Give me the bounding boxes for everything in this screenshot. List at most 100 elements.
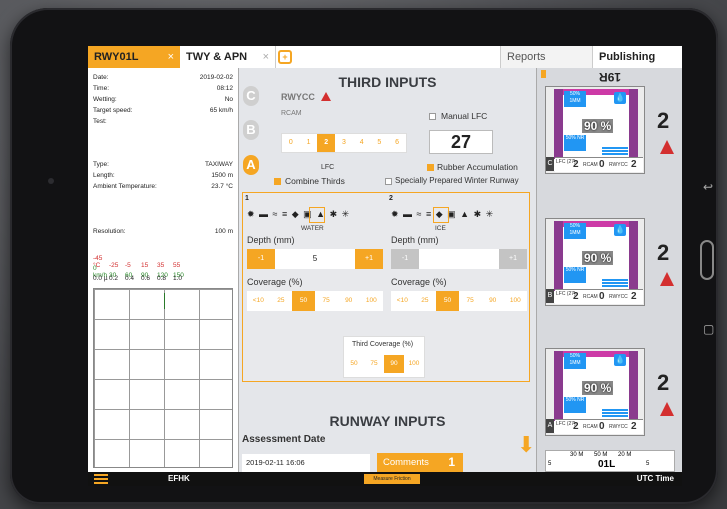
third-letter: A (546, 419, 554, 433)
coverage-option[interactable]: 100 (504, 291, 527, 311)
rcam-value: 0 (599, 291, 605, 302)
combine-checkbox[interactable] (274, 178, 281, 185)
add-tab-icon[interactable]: + (278, 50, 292, 64)
third-coverage-option[interactable]: 75 (364, 355, 384, 373)
scale-2[interactable]: 2 (317, 134, 336, 152)
tab-reports[interactable]: Reports (500, 46, 592, 68)
condition-icons[interactable]: ✹ ▬ ≈ ≡ ◆ ▣ ▲ ✱ ✳ (247, 209, 350, 220)
hamburger-menu-icon[interactable] (94, 474, 108, 484)
tab-twy-apn[interactable]: TWY & APN × (180, 46, 276, 68)
coverage-option[interactable]: <10 (391, 291, 414, 311)
comments-count: 1 (448, 455, 455, 469)
third-coverage-option[interactable]: 90 (384, 355, 404, 373)
stripes (602, 147, 628, 155)
third-coverage-option[interactable]: 50 (344, 355, 364, 373)
depth-minus-button[interactable]: -1 (391, 249, 419, 269)
special-checkbox[interactable] (385, 178, 392, 185)
rwycc-label: RWYCC (281, 92, 315, 102)
friction-graph[interactable] (93, 288, 233, 468)
measurement-info-panel: Date: 2019-02-02 Time: 08:12 Wetting: No Ta… (88, 68, 239, 472)
third-coverage-option[interactable]: 100 (404, 355, 424, 373)
third-selector-a[interactable]: A (243, 155, 259, 175)
lfc-value: 2 (573, 421, 579, 432)
depth-stepper[interactable]: -1 5 +1 (247, 249, 383, 269)
depth-minus-button[interactable]: -1 (247, 249, 275, 269)
runway-inputs-heading: RUNWAY INPUTS (329, 413, 446, 429)
coverage-label: Coverage (%) (391, 277, 447, 287)
selected-condition-icon[interactable] (309, 207, 325, 223)
third-coverage-selector: Third Coverage (%) 50 75 90 100 (343, 336, 425, 378)
scale-0[interactable]: 0 (282, 134, 300, 152)
depth-plus-button[interactable]: +1 (499, 249, 527, 269)
rubber-checkbox[interactable] (427, 164, 434, 171)
back-key-icon[interactable]: ↩ (703, 180, 713, 194)
coverage-option[interactable]: 90 (481, 291, 504, 311)
tab-publishing[interactable]: Publishing (592, 46, 682, 68)
coverage-percent: 90 % (582, 381, 614, 395)
close-icon[interactable]: × (263, 46, 269, 68)
scale-5[interactable]: 5 (371, 134, 389, 152)
manual-lfc-checkbox[interactable] (429, 113, 436, 120)
scale-3[interactable]: 3 (335, 134, 353, 152)
coverage-option[interactable]: <10 (247, 291, 270, 311)
stripes (602, 409, 628, 417)
condition-label: ICE (435, 225, 446, 232)
scale-1[interactable]: 1 (300, 134, 318, 152)
tablet-frame: ↩ ▢ RWY01L × TWY & APN × + Reports Publi… (10, 8, 718, 504)
lfc-label: LFC (321, 164, 335, 171)
comments-button[interactable]: Comments 1 (377, 453, 463, 472)
measure-friction-button[interactable]: Measure Friction (364, 474, 420, 484)
rwycc-b: 2 (657, 240, 670, 265)
runway-third-a[interactable]: 50% 1MM 💧 90 % 50% NR A LFC (27) 2 RCAM … (545, 348, 645, 436)
depth-stepper[interactable]: -1 +1 (391, 249, 527, 269)
coverage-option[interactable]: 50 (436, 291, 459, 311)
coverage-option[interactable]: 25 (270, 291, 293, 311)
coverage-option[interactable]: 50 (292, 291, 315, 311)
scale-4[interactable]: 4 (353, 134, 371, 152)
scale-6[interactable]: 6 (388, 134, 406, 152)
third-selector-b[interactable]: B (243, 120, 259, 140)
coverage-option[interactable]: 100 (360, 291, 383, 311)
third-readout: LFC (27) 2 RCAM 0 RWYCC 2 (555, 157, 643, 172)
third-selector-c[interactable]: C (243, 86, 259, 106)
info-resolution: Resolution: 100 m (93, 228, 233, 235)
coverage-selector[interactable]: <10 25 50 75 90 100 (247, 291, 383, 311)
manual-lfc-value[interactable]: 27 (429, 130, 493, 154)
assessment-date-field[interactable]: 2019-02-11 16:06 (242, 454, 370, 472)
rwycc-value: 2 (631, 291, 637, 302)
close-icon[interactable]: × (168, 46, 174, 68)
edge-strip (629, 221, 638, 291)
side-number: 5 (548, 461, 552, 467)
rwycc-value: 2 (631, 421, 637, 432)
side-number: 5 (646, 461, 650, 467)
coverage-selector[interactable]: <10 25 50 75 90 100 (391, 291, 527, 311)
stripes (602, 279, 628, 287)
third-coverage-label: Third Coverage (%) (352, 341, 414, 348)
coverage-option[interactable]: 75 (459, 291, 482, 311)
runway-footer: 30 M 50 M 20 M 5 01L 5 (545, 450, 675, 472)
third-1-inputs: 1 ✹ ▬ ≈ ≡ ◆ ▣ ▲ ✱ ✳ WATER Depth (mm) -1 … (243, 193, 386, 328)
distance-mark: 20 M (618, 452, 632, 458)
contaminant-chip: 50% NR (564, 397, 586, 413)
info-target-speed: Target speed: 65 km/h (93, 107, 233, 114)
info-date: Date: 2019-02-02 (93, 74, 233, 81)
coverage-option[interactable]: 75 (315, 291, 338, 311)
warning-icon (660, 402, 674, 416)
tab-rwy01l[interactable]: RWY01L × (88, 46, 180, 68)
runway-third-c[interactable]: 50% 1MM 💧 90 % 50% NR C LFC (27) 2 RCAM … (545, 86, 645, 174)
depth-plus-button[interactable]: +1 (355, 249, 383, 269)
lfc-scale[interactable]: 0 1 2 3 4 5 6 (281, 133, 407, 153)
water-drop-icon: 💧 (614, 224, 626, 236)
depth-value: 5 (312, 254, 318, 263)
conditions-panel: 1 ✹ ▬ ≈ ≡ ◆ ▣ ▲ ✱ ✳ WATER Depth (mm) -1 … (242, 192, 530, 382)
coverage-option[interactable]: 25 (414, 291, 437, 311)
distance-mark: 30 M (570, 452, 584, 458)
coverage-option[interactable]: 90 (337, 291, 360, 311)
rcam-value: 0 (599, 159, 605, 170)
recents-key-icon[interactable]: ▢ (703, 322, 714, 336)
home-button[interactable] (700, 240, 714, 280)
runway-third-b[interactable]: 50% 1MM 💧 90 % 50% NR B LFC (27) 2 RCAM … (545, 218, 645, 306)
selected-condition-icon[interactable] (433, 207, 449, 223)
edge-strip (629, 351, 638, 421)
info-length: Length: 1500 m (93, 172, 233, 179)
